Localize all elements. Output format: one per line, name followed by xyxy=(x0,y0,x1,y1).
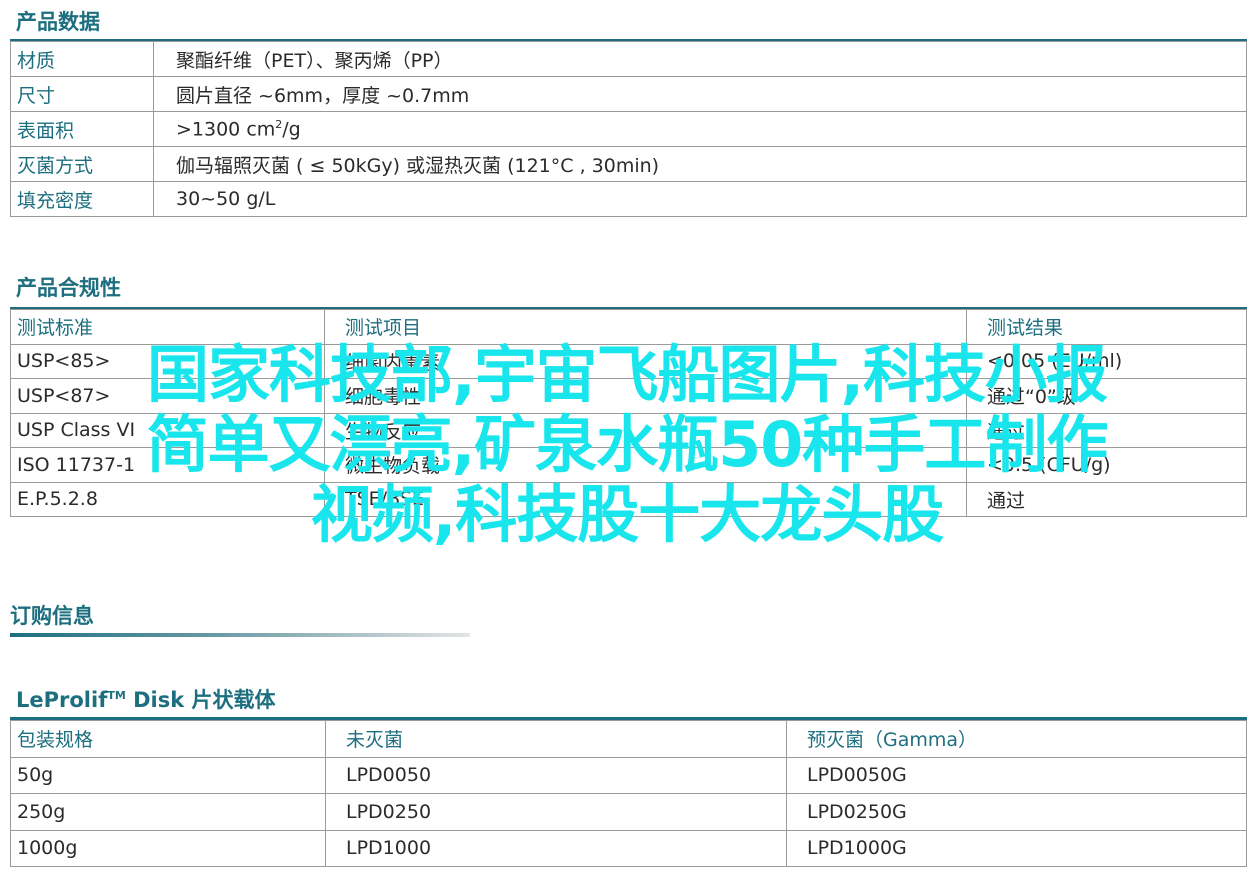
row-value: 聚酯纤维（PET）、聚丙烯（PP） xyxy=(153,41,1247,77)
surface-area-unit: /g xyxy=(282,118,301,141)
table-row: 1000g LPD1000 LPD1000G xyxy=(10,829,1247,867)
table-cell: E.P.5.2.8 xyxy=(10,481,325,517)
table-row: ISO 11737-1 微生物负载 <0.5 (CFU/g) xyxy=(10,447,1247,483)
table-cell: LPD1000 xyxy=(325,829,787,867)
table-row: 250g LPD0250 LPD0250G xyxy=(10,793,1247,831)
row-label: 材质 xyxy=(10,41,154,77)
column-header: 未灭菌 xyxy=(325,720,787,758)
table-cell: 50g xyxy=(10,756,326,794)
compliance-title: 产品合规性 xyxy=(16,276,121,300)
table-cell: TSE/BSE xyxy=(324,481,967,517)
table-cell: <0.05 (EU/ml) xyxy=(966,343,1247,379)
column-header: 测试项目 xyxy=(324,309,967,345)
row-label: 灭菌方式 xyxy=(10,146,154,182)
table-cell: 生物反应 xyxy=(324,412,967,448)
table-cell: LPD0250 xyxy=(325,793,787,831)
row-label: 填充密度 xyxy=(10,181,154,217)
table-row: E.P.5.2.8 TSE/BSE 通过 xyxy=(10,481,1247,517)
table-cell: LPD0050 xyxy=(325,756,787,794)
table-cell: 细胞毒性 xyxy=(324,378,967,414)
row-value: 30~50 g/L xyxy=(153,181,1247,217)
product-data-table: 材质 聚酯纤维（PET）、聚丙烯（PP） 尺寸 圆片直径 ~6mm，厚度 ~0.… xyxy=(10,41,1247,217)
table-cell: 通过 xyxy=(966,481,1247,517)
table-row: 尺寸 圆片直径 ~6mm，厚度 ~0.7mm xyxy=(10,76,1247,112)
product-name-suffix: Disk 片状载体 xyxy=(125,688,276,712)
row-value: 伽马辐照灭菌 ( ≤ 50kGy) 或湿热灭菌 (121°C , 30min) xyxy=(153,146,1247,182)
table-cell: <0.5 (CFU/g) xyxy=(966,447,1247,483)
row-value: >1300 cm2/g xyxy=(153,111,1247,147)
table-cell: 250g xyxy=(10,793,326,831)
table-row: USP<87> 细胞毒性 通过“0”级 xyxy=(10,378,1247,414)
table-cell: 通过“0”级 xyxy=(966,378,1247,414)
table-cell: USP<85> xyxy=(10,343,325,379)
table-header-row: 测试标准 测试项目 测试结果 xyxy=(10,309,1247,345)
table-cell: LPD0250G xyxy=(786,793,1247,831)
surface-area-value: >1300 cm xyxy=(176,118,276,141)
table-row: USP Class VI 生物反应 通过 xyxy=(10,412,1247,448)
table-cell: LPD1000G xyxy=(786,829,1247,867)
column-header: 预灭菌（Gamma） xyxy=(786,720,1247,758)
table-header-row: 包装规格 未灭菌 预灭菌（Gamma） xyxy=(10,720,1247,758)
table-row: 填充密度 30~50 g/L xyxy=(10,181,1247,217)
table-cell: 1000g xyxy=(10,829,326,867)
product-name: LeProlifTM Disk 片状载体 xyxy=(16,684,276,714)
table-cell: ISO 11737-1 xyxy=(10,447,325,483)
table-row: 材质 聚酯纤维（PET）、聚丙烯（PP） xyxy=(10,41,1247,77)
row-label: 尺寸 xyxy=(10,76,154,112)
product-data-title: 产品数据 xyxy=(16,10,100,34)
table-cell: 细菌内毒素 xyxy=(324,343,967,379)
compliance-table: 测试标准 测试项目 测试结果 USP<85> 细菌内毒素 <0.05 (EU/m… xyxy=(10,309,1247,517)
table-row: 灭菌方式 伽马辐照灭菌 ( ≤ 50kGy) 或湿热灭菌 (121°C , 30… xyxy=(10,146,1247,182)
ordering-table: 包装规格 未灭菌 预灭菌（Gamma） 50g LPD0050 LPD0050G… xyxy=(10,720,1247,867)
table-cell: USP Class VI xyxy=(10,412,325,448)
table-row: 表面积 >1300 cm2/g xyxy=(10,111,1247,147)
trademark-mark: TM xyxy=(107,689,126,702)
table-row: USP<85> 细菌内毒素 <0.05 (EU/ml) xyxy=(10,343,1247,379)
table-row: 50g LPD0050 LPD0050G xyxy=(10,756,1247,794)
row-label: 表面积 xyxy=(10,111,154,147)
column-header: 测试结果 xyxy=(966,309,1247,345)
product-name-base: LeProlif xyxy=(16,688,108,712)
ordering-title: 订购信息 xyxy=(10,604,94,628)
row-value: 圆片直径 ~6mm，厚度 ~0.7mm xyxy=(153,76,1247,112)
column-header: 测试标准 xyxy=(10,309,325,345)
table-cell: LPD0050G xyxy=(786,756,1247,794)
ordering-rule xyxy=(10,633,470,637)
table-cell: 微生物负载 xyxy=(324,447,967,483)
column-header: 包装规格 xyxy=(10,720,326,758)
table-cell: 通过 xyxy=(966,412,1247,448)
table-cell: USP<87> xyxy=(10,378,325,414)
